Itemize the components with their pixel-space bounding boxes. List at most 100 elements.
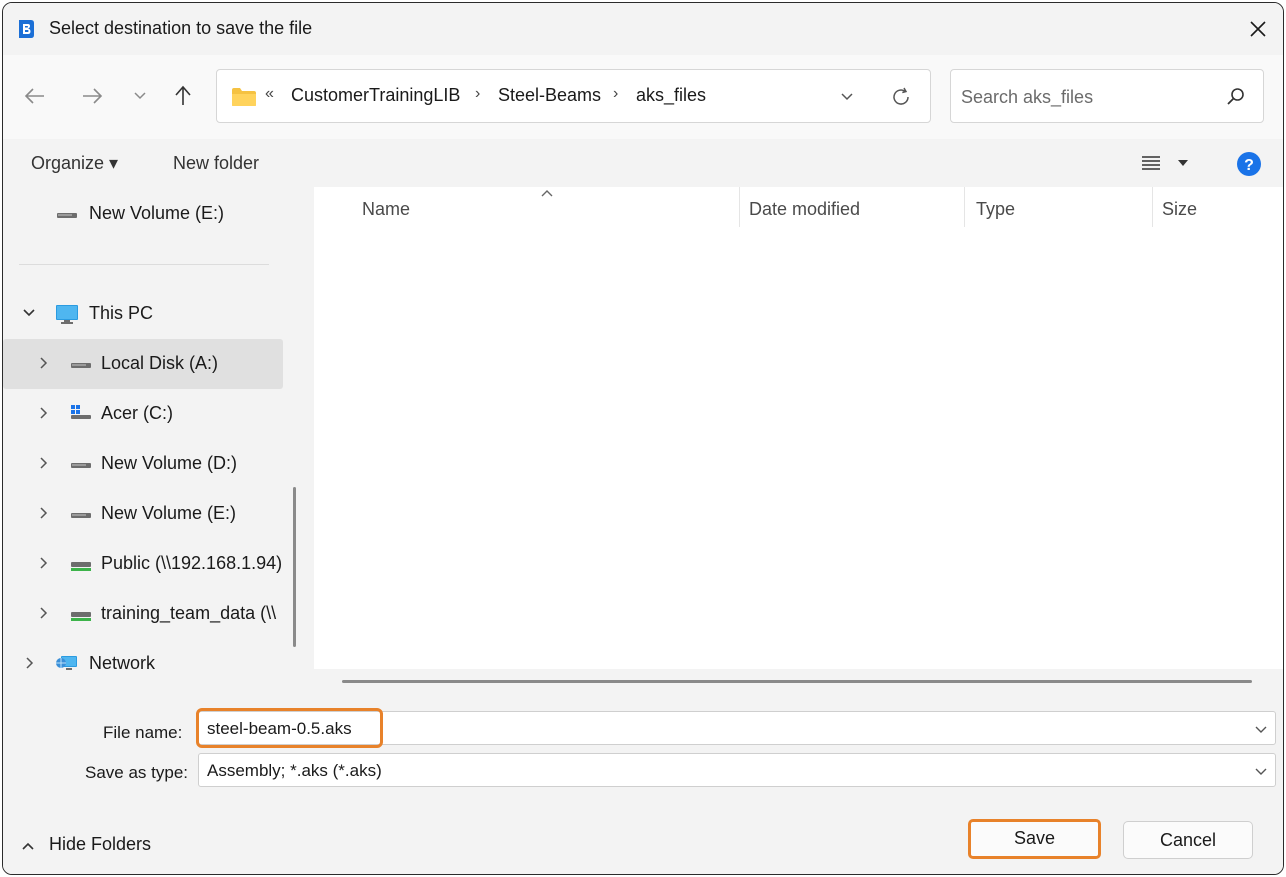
chevron-right-icon[interactable] [35, 405, 51, 421]
address-bar[interactable]: « CustomerTrainingLIB › Steel-Beams › ak… [216, 69, 931, 123]
breadcrumb-item[interactable]: Steel-Beams [498, 85, 601, 106]
nav-item-public-share[interactable]: Public (\\192.168.1.94) [3, 539, 283, 589]
file-name-label: File name: [103, 723, 183, 742]
horizontal-scrollbar[interactable] [314, 669, 1283, 693]
column-divider[interactable] [1152, 187, 1153, 227]
nav-item-label: New Volume (E:) [101, 503, 237, 523]
breadcrumb-overflow[interactable]: « [265, 85, 274, 103]
svg-text:?: ? [1244, 157, 1254, 174]
nav-item-acer-c[interactable]: Acer (C:) [3, 389, 283, 439]
breadcrumb-item[interactable]: CustomerTrainingLIB [291, 85, 460, 106]
close-button[interactable] [1233, 3, 1283, 55]
chevron-down-icon[interactable] [1253, 763, 1269, 779]
recent-locations-button[interactable] [123, 79, 157, 113]
up-button[interactable] [166, 79, 200, 113]
nav-item-new-volume-e[interactable]: New Volume (E:) [3, 489, 283, 539]
breadcrumb-separator[interactable]: › [475, 85, 480, 103]
chevron-right-icon[interactable] [21, 655, 37, 671]
windows-drive-icon [71, 405, 91, 419]
nav-item-new-volume-d[interactable]: New Volume (D:) [3, 439, 283, 489]
nav-item-label: training_team_data (\\ [101, 603, 277, 623]
navigation-bar: « CustomerTrainingLIB › Steel-Beams › ak… [3, 55, 1283, 139]
chevron-right-icon[interactable] [35, 455, 51, 471]
app-logo-icon [19, 20, 34, 38]
navigation-pane: New Volume (E:) This PC Local Disk (A:) … [3, 187, 306, 693]
command-bar: Organize ▾ New folder ? [3, 139, 1283, 187]
computer-icon [56, 305, 78, 324]
column-divider[interactable] [739, 187, 740, 227]
search-icon[interactable] [1225, 86, 1247, 108]
arrow-right-icon [83, 88, 103, 104]
network-drive-icon [71, 612, 91, 621]
nav-item-label: Public (\\192.168.1.94) [101, 553, 283, 573]
sort-ascending-icon [541, 190, 553, 197]
drive-icon [57, 213, 77, 218]
search-box[interactable] [950, 69, 1264, 123]
nav-item-label: Network [89, 653, 156, 673]
network-drive-icon [71, 562, 91, 571]
nav-item-new-volume-e[interactable]: New Volume (E:) [3, 189, 283, 239]
chevron-down-icon [134, 92, 146, 100]
breadcrumb-item[interactable]: aks_files [636, 85, 706, 106]
dialog-footer: Hide Folders Save Cancel [3, 793, 1283, 874]
arrow-left-icon [24, 88, 44, 104]
view-options-button[interactable] [1137, 149, 1197, 177]
help-icon[interactable]: ? [1236, 151, 1262, 177]
column-divider[interactable] [964, 187, 965, 227]
column-header-type[interactable]: Type [976, 199, 1015, 220]
nav-item-label: New Volume (E:) [89, 203, 225, 223]
nav-item-label: This PC [89, 303, 154, 323]
drive-icon [71, 363, 91, 368]
scrollbar-thumb[interactable] [342, 680, 1252, 683]
hide-folders-button[interactable]: Hide Folders [21, 833, 171, 859]
nav-item-network[interactable]: Network [3, 639, 283, 689]
nav-divider [19, 264, 269, 265]
nav-item-training-team-data[interactable]: training_team_data (\\ [3, 589, 283, 639]
refresh-icon[interactable] [889, 85, 913, 109]
chevron-right-icon[interactable] [35, 505, 51, 521]
drive-icon [71, 463, 91, 468]
list-view-icon [1142, 156, 1160, 170]
dialog-title: Select destination to save the file [49, 18, 313, 38]
nav-item-label: Local Disk (A:) [101, 353, 219, 373]
network-icon [56, 656, 77, 670]
caret-down-icon [1178, 160, 1188, 166]
save-as-type-label: Save as type: [85, 763, 189, 782]
nav-item-label: New Volume (D:) [101, 453, 238, 473]
save-fields: File name: Save as type: Assembly; *.aks… [3, 693, 1283, 793]
file-list[interactable]: Name Date modified Type Size [314, 187, 1283, 693]
back-button[interactable] [18, 79, 52, 113]
nav-pane-scrollbar[interactable] [293, 487, 296, 647]
nav-item-local-disk-a[interactable]: Local Disk (A:) [3, 339, 283, 389]
save-file-dialog: Select destination to save the file « Cu… [2, 2, 1284, 875]
file-name-combobox[interactable] [198, 711, 1276, 745]
cancel-button[interactable]: Cancel [1123, 821, 1253, 859]
chevron-up-icon [22, 842, 34, 850]
drive-icon [71, 513, 91, 518]
column-header-size[interactable]: Size [1162, 199, 1197, 220]
title-bar: Select destination to save the file [3, 3, 1283, 55]
chevron-right-icon[interactable] [35, 555, 51, 571]
column-header-date-modified[interactable]: Date modified [749, 199, 860, 220]
folder-icon [232, 88, 256, 106]
arrow-up-icon [175, 85, 191, 105]
column-header-name[interactable]: Name [362, 199, 410, 220]
nav-item-this-pc[interactable]: This PC [3, 289, 283, 339]
save-as-type-value: Assembly; *.aks (*.aks) [207, 761, 382, 780]
breadcrumb-separator[interactable]: › [613, 85, 618, 103]
organize-menu-button[interactable]: Organize ▾ [31, 153, 118, 174]
chevron-right-icon[interactable] [35, 355, 51, 371]
chevron-down-icon[interactable] [21, 305, 37, 321]
file-name-input[interactable] [207, 718, 1207, 740]
chevron-down-icon[interactable] [837, 86, 857, 106]
hide-folders-label: Hide Folders [49, 834, 152, 854]
save-as-type-select[interactable]: Assembly; *.aks (*.aks) [198, 753, 1276, 787]
close-icon [1250, 21, 1266, 37]
chevron-right-icon[interactable] [35, 605, 51, 621]
new-folder-button[interactable]: New folder [173, 153, 259, 174]
forward-button[interactable] [75, 79, 109, 113]
chevron-down-icon[interactable] [1253, 721, 1269, 737]
nav-item-label: Acer (C:) [101, 403, 173, 423]
save-button[interactable]: Save [968, 819, 1101, 859]
search-input[interactable] [961, 84, 1211, 110]
